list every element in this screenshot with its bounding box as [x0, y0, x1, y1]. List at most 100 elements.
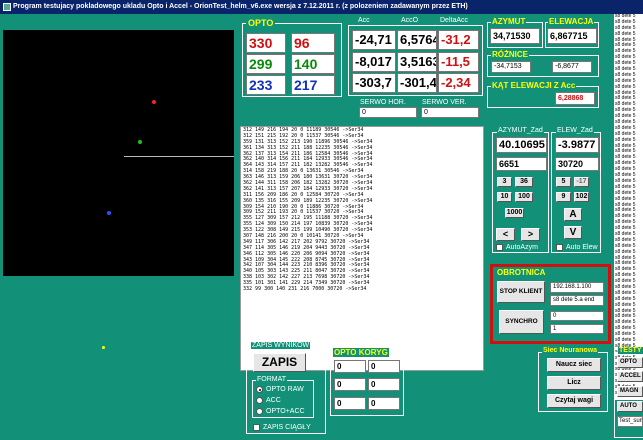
right-status-list[interactable]: s8 dete 5 s8 dete 5 s8 dete 5 s8 dete 5 s8 d… [614, 14, 643, 400]
test-sum-field: Test_sum [617, 416, 643, 427]
accel-delta-value: -2,34 [438, 73, 479, 93]
azymut-value: 34,71530 [490, 28, 540, 44]
accel-value: 3,5163 [397, 52, 437, 72]
elewacja-value: 6,867715 [547, 28, 597, 44]
scope-point-red [152, 100, 156, 104]
opto-value: 299 [246, 54, 286, 74]
testy-label: TESTY [618, 347, 643, 354]
format-acc-radio[interactable] [256, 397, 263, 404]
serwo-hor-input[interactable]: 0 [359, 107, 417, 118]
opto-value: 233 [246, 75, 286, 95]
window-title: Program testujacy pokladowego ukladu Opt… [13, 3, 468, 10]
obrotnica-status-input[interactable]: s8 dete 5.a end [550, 295, 604, 306]
azymut-zad-value: 40.10695 [496, 137, 547, 153]
format-label: FORMAT [256, 376, 288, 383]
serwo-ver-input[interactable]: 0 [421, 107, 479, 118]
format-opto-acc-label: OPTO+ACC [266, 408, 305, 415]
roznice-elewacja-value: -6,8677 [552, 61, 592, 73]
elew-step-button[interactable]: 5 [556, 177, 571, 187]
zapis-ciagly-checkbox[interactable] [253, 424, 260, 431]
siec-label: Siec Neuranowa [542, 347, 599, 354]
azymut-step-button[interactable]: 10 [497, 192, 512, 202]
kat-label: KĄT ELEWACJI Z Acc [491, 81, 577, 90]
azymut-zad-input[interactable]: 6651 [496, 157, 547, 171]
format-opto-raw-label: OPTO RAW [266, 386, 304, 393]
azymut-step-button[interactable]: 100 [515, 192, 533, 202]
format-opto-acc-radio[interactable] [256, 408, 263, 415]
obrotnica-label: OBROTNICA [497, 268, 546, 277]
roznice-label: RÓŻNICE [491, 50, 529, 59]
accel-value: 6,5764 [397, 30, 437, 50]
azymut-zad-label: AZYMUT_Zad [497, 127, 544, 134]
elew-zad-input[interactable]: 30720 [555, 157, 599, 171]
obrotnica-ip-input[interactable]: 192.168.1.100 [550, 282, 604, 293]
elewacja-label: ELEWACJA [548, 17, 595, 26]
auto-azym-checkbox[interactable] [496, 244, 503, 251]
obrotnica-field-2[interactable]: 1 [550, 324, 604, 334]
elew-step-button[interactable]: -17 [574, 177, 589, 187]
elew-zad-label: ELEW_Zad [556, 127, 594, 134]
obrotnica-field-1[interactable]: 0 [550, 311, 604, 321]
azymut-left-button[interactable]: < [496, 228, 515, 241]
serwo-ver-label: SERWO VER. [422, 99, 467, 106]
scope-display [3, 30, 234, 276]
title-bar: Program testujacy pokladowego ukladu Opt… [0, 0, 643, 14]
elew-step-button[interactable]: 102 [574, 192, 589, 202]
opto-value: 217 [291, 75, 335, 95]
accel-value: -303,7 [352, 73, 396, 93]
log-list[interactable]: 312 149 216 194 20 0 11189 30546 ->Ser34… [240, 126, 484, 371]
elew-zad-value: -3.9877 [555, 137, 599, 153]
scope-point-blue [107, 211, 111, 215]
kat-value: 6,28868 [555, 92, 595, 105]
naucz-siec-button[interactable]: Naucz siec [547, 358, 601, 372]
roznice-azymut-value: -34,7153 [491, 61, 531, 73]
azymut-label: AZYMUT [491, 17, 527, 26]
elew-down-button[interactable]: V [564, 226, 582, 239]
opto-value: 330 [246, 33, 286, 53]
test-accel-button[interactable]: ACCEL [617, 371, 643, 382]
zapis-button[interactable]: ZAPIS [253, 353, 306, 372]
azymut-step-button[interactable]: 1000 [505, 208, 524, 218]
opto-koryg-input[interactable]: 0 [368, 397, 400, 410]
acc-header: Acc [358, 17, 370, 24]
opto-koryg-input[interactable]: 0 [368, 360, 400, 373]
app-icon [3, 3, 11, 11]
opto-koryg-input[interactable]: 0 [334, 360, 366, 373]
zapis-ciagly-label: ZAPIS CIĄGŁY [263, 424, 311, 431]
opto-koryg-input[interactable]: 0 [334, 397, 366, 410]
scope-axis-line [124, 156, 234, 157]
elew-step-button[interactable]: 9 [556, 192, 571, 202]
czytaj-wagi-button[interactable]: Czytaj wagi [547, 394, 601, 408]
test-opto-button[interactable]: OPTO [617, 357, 643, 368]
log-row[interactable]: 332 99 300 140 231 216 7000 30720 ->Ser3… [243, 286, 481, 293]
opto-koryg-label: OPTO KORYG [333, 348, 389, 357]
format-opto-raw-radio[interactable] [256, 386, 263, 393]
test-auto-button[interactable]: AUTO [617, 401, 643, 412]
scope-point-green [138, 140, 142, 144]
azymut-step-button[interactable]: 3 [497, 177, 512, 187]
opto-value: 140 [291, 54, 335, 74]
format-acc-label: ACC [266, 397, 281, 404]
opto-label: OPTO [246, 18, 276, 28]
accel-value: -24,71 [352, 30, 396, 50]
scope-marker [102, 346, 105, 349]
elew-up-button[interactable]: A [564, 208, 582, 221]
licz-button[interactable]: Licz [547, 376, 601, 390]
stop-klient-button[interactable]: STOP KLIENT [497, 281, 545, 303]
serwo-hor-label: SERWO HOR. [360, 99, 406, 106]
auto-elew-label: Auto Elew [566, 244, 598, 251]
azymut-step-button[interactable]: 36 [515, 177, 533, 187]
zapis-group-label: ZAPIS WYNIKOW [251, 342, 311, 349]
acco-header: AccO [401, 17, 419, 24]
accel-value: -8,017 [352, 52, 396, 72]
synchro-button[interactable]: SYNCHRO [499, 310, 544, 334]
auto-azym-label: AutoAzym [506, 244, 538, 251]
auto-elew-checkbox[interactable] [556, 244, 563, 251]
accel-value: -301,4 [397, 73, 437, 93]
opto-koryg-input[interactable]: 0 [334, 378, 366, 391]
opto-koryg-input[interactable]: 0 [368, 378, 400, 391]
azymut-right-button[interactable]: > [521, 228, 540, 241]
test-magn-button[interactable]: MAGN [617, 386, 643, 397]
opto-value: 96 [291, 33, 335, 53]
accel-delta-value: -31,2 [438, 30, 479, 50]
